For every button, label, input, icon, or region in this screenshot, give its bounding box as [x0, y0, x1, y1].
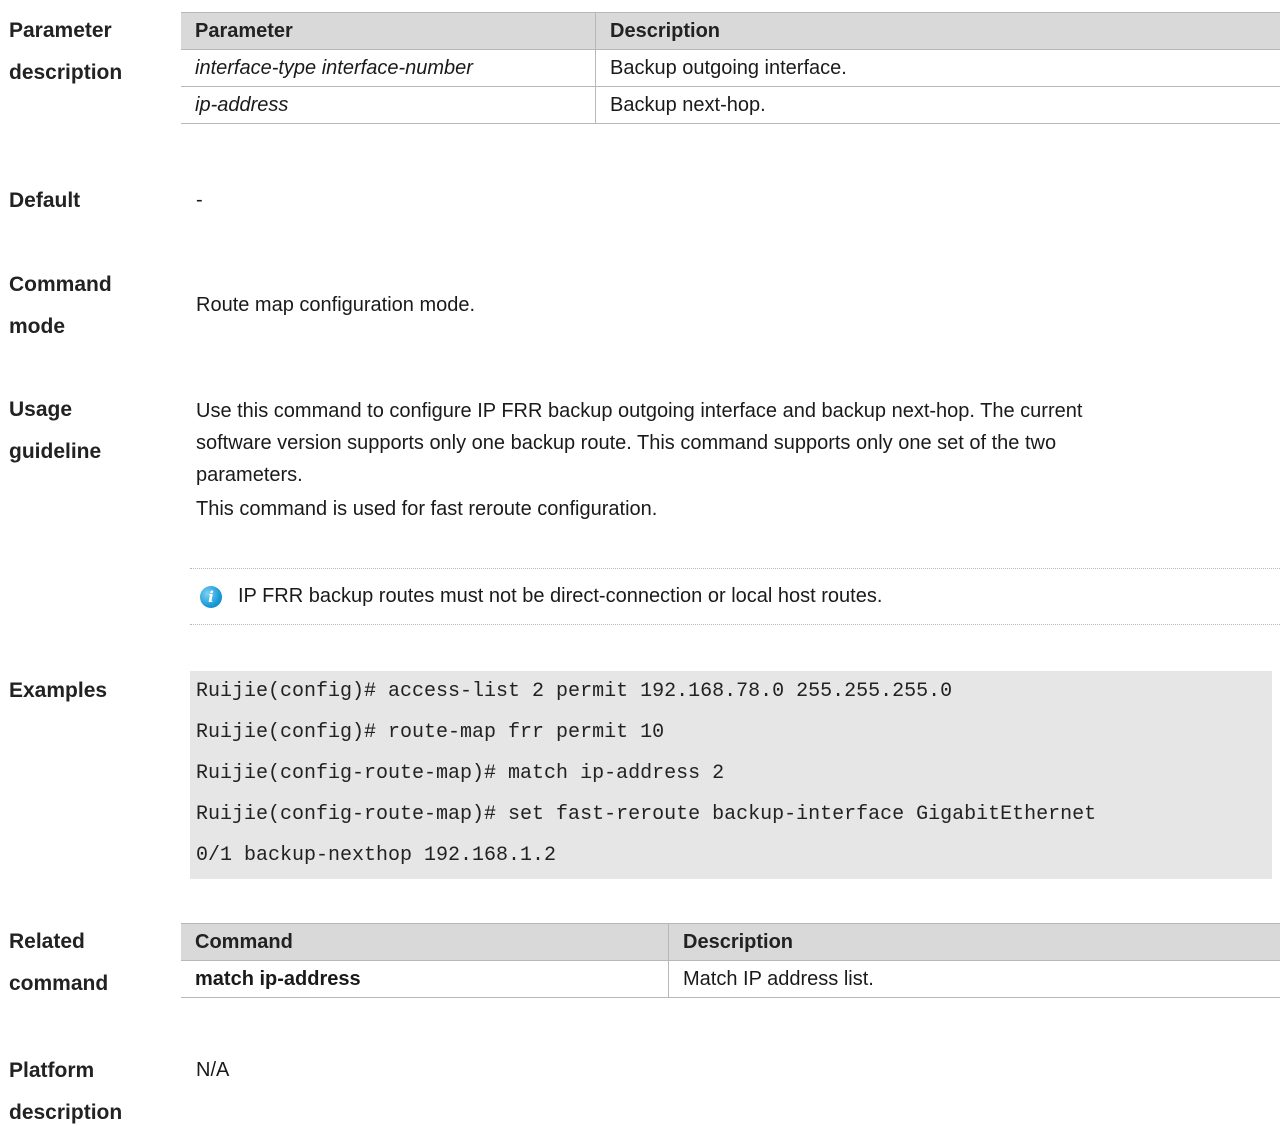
column-header-command: Command [181, 924, 669, 961]
column-header-description: Description [596, 13, 1280, 50]
usage-line: This command is used for fast reroute co… [196, 493, 1280, 525]
platform-section-label: Platform description [9, 1050, 174, 1134]
mode-label-line2: mode [9, 306, 174, 348]
table-header-row: Command Description [181, 924, 1280, 961]
related-section-label: Related command [9, 921, 174, 1005]
default-value: - [196, 184, 1280, 216]
related-command-table: Command Description match ip-address Mat… [181, 923, 1280, 998]
usage-label-line2: guideline [9, 431, 174, 473]
code-line: 0/1 backup-nexthop 192.168.1.2 [196, 835, 556, 876]
param-label-line1: Parameter [9, 10, 174, 52]
desc-cell: Backup next-hop. [596, 87, 1280, 124]
code-example: Ruijie(config)# access-list 2 permit 192… [190, 671, 1272, 879]
code-line: Ruijie(config-route-map)# set fast-rerou… [196, 794, 1096, 835]
note-box: i IP FRR backup routes must not be direc… [190, 568, 1280, 625]
column-header-parameter: Parameter [181, 13, 596, 50]
examples-label: Examples [9, 670, 174, 712]
table-row: ip-address Backup next-hop. [181, 87, 1280, 124]
parameter-table: Parameter Description interface-type int… [181, 12, 1280, 124]
note-text: IP FRR backup routes must not be direct-… [238, 585, 882, 608]
platform-label-line2: description [9, 1092, 174, 1134]
param-section-label: Parameter description [9, 10, 174, 94]
param-cell: ip-address [181, 87, 596, 124]
param-label-line2: description [9, 52, 174, 94]
info-icon: i [200, 586, 222, 608]
platform-value: N/A [196, 1054, 1280, 1086]
default-label: Default [9, 180, 174, 222]
code-line: Ruijie(config-route-map)# match ip-addre… [196, 753, 724, 794]
desc-cell: Backup outgoing interface. [596, 50, 1280, 87]
mode-label-line1: Command [9, 264, 174, 306]
column-header-description: Description [669, 924, 1280, 961]
usage-label-line1: Usage [9, 389, 174, 431]
command-cell: match ip-address [181, 961, 669, 998]
usage-line: software version supports only one backu… [196, 427, 1280, 459]
desc-cell: Match IP address list. [669, 961, 1280, 998]
code-line: Ruijie(config)# route-map frr permit 10 [196, 712, 664, 753]
table-row: interface-type interface-number Backup o… [181, 50, 1280, 87]
param-cell: interface-type interface-number [181, 50, 596, 87]
usage-line: parameters. [196, 459, 1280, 491]
mode-section-label: Command mode [9, 264, 174, 348]
related-label-line2: command [9, 963, 174, 1005]
platform-label-line1: Platform [9, 1050, 174, 1092]
usage-line: Use this command to configure IP FRR bac… [196, 395, 1280, 427]
related-label-line1: Related [9, 921, 174, 963]
table-row: match ip-address Match IP address list. [181, 961, 1280, 998]
mode-value: Route map configuration mode. [196, 289, 1280, 321]
code-line: Ruijie(config)# access-list 2 permit 192… [196, 671, 952, 712]
usage-section-label: Usage guideline [9, 389, 174, 473]
usage-text: Use this command to configure IP FRR bac… [196, 395, 1280, 525]
table-header-row: Parameter Description [181, 13, 1280, 50]
